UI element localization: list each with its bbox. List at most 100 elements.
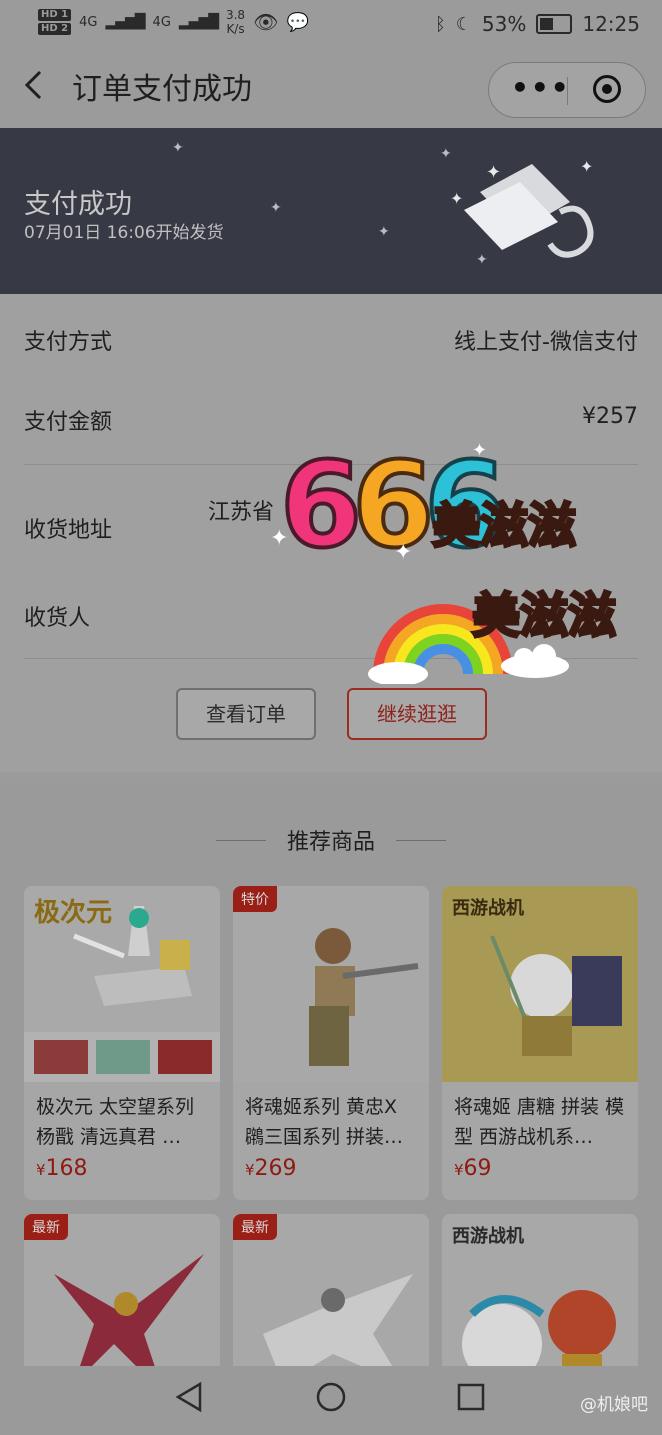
svg-text:✦: ✦ [580, 157, 593, 176]
heading-line-right [396, 840, 446, 841]
network-1-label: 4G [79, 14, 98, 30]
sticker-text-2: 美滋滋 [470, 587, 617, 646]
payment-success-banner: 支付成功 07月01日 16:06开始发货 ✦ ✦ ✦ ✦ ✦ ✦ ✦ ✦ [0, 128, 662, 294]
eye-icon: 👁 [253, 10, 279, 34]
moon-icon: ☾ [455, 13, 472, 35]
product-card[interactable]: 西游战机 将魂姬 唐糖 拼装 模型 西游战机系… ¥69 [442, 886, 638, 1200]
amount-label: 支付金额 [24, 410, 113, 435]
address-value: 江苏省 [208, 500, 275, 525]
cloud-icon [501, 644, 569, 678]
product-name: 将魂姬系列 黄忠X 鸊三国系列 拼装… [245, 1096, 404, 1148]
thumbnail-strip [24, 1032, 220, 1082]
figure-image [309, 928, 419, 1066]
sim-2-label: HD 2 [38, 23, 72, 35]
product-name: 极次元 太空望系列 杨戬 清远真君 … [36, 1096, 195, 1148]
price-value: 69 [463, 1156, 492, 1181]
sticker-text-1: 美滋滋 [430, 497, 577, 556]
figure-image [73, 906, 192, 1006]
wechat-icon: 💬 [286, 11, 309, 33]
sticker-digit: 6 [278, 436, 364, 574]
status-right: ᛒ ☾ 53% 12:25 [435, 12, 640, 36]
brand-logo: 西游战机 [452, 1226, 524, 1247]
sim-indicators: HD 1 HD 2 [38, 9, 72, 35]
figure-image [490, 935, 622, 1056]
product-price: ¥269 [245, 1156, 297, 1181]
back-button[interactable] [22, 68, 44, 111]
thumb-image [158, 1040, 212, 1074]
svg-text:✦: ✦ [486, 162, 501, 183]
more-button[interactable]: ••• [511, 73, 571, 103]
price-currency: ¥ [36, 1161, 46, 1179]
product-name: 将魂姬 唐糖 拼装 模型 西游战机系… [454, 1096, 625, 1148]
view-order-button[interactable]: 查看订单 [176, 688, 316, 740]
watermark: @机娘吧 [580, 1395, 648, 1415]
sparkle-icon: ✦ [394, 540, 413, 565]
product-image: 西游战机 [442, 886, 638, 1082]
payment-illustration-icon: ✦ ✦ ✦ [450, 157, 593, 258]
page-title: 订单支付成功 [72, 72, 252, 107]
battery-level [540, 18, 554, 30]
thumb-image [34, 1040, 88, 1074]
svg-text:✦: ✦ [450, 189, 463, 208]
close-miniprogram-button[interactable] [593, 75, 621, 103]
signal-icon-2: ▂▄▆█ [178, 14, 219, 30]
product-tag: 特价 [233, 886, 277, 912]
product-tag: 最新 [233, 1214, 277, 1240]
network-2-label: 4G [152, 14, 171, 30]
pay-method-row: 支付方式 线上支付-微信支付 [24, 324, 638, 355]
banner-title: 支付成功 [24, 189, 132, 220]
capsule-divider [567, 77, 568, 105]
network-speed: 3.8 K/s [226, 8, 245, 36]
continue-shopping-button[interactable]: 继续逛逛 [347, 688, 487, 740]
status-left: HD 1 HD 2 4G ▂▄▆█ 4G ▂▄▆█ 3.8 K/s 👁 💬 [38, 8, 309, 36]
system-nav-bar: @机娘吧 [0, 1366, 662, 1435]
product-image: 极次元 [24, 886, 220, 1082]
pay-method-label: 支付方式 [24, 330, 113, 355]
circle-home-icon [316, 1382, 346, 1412]
battery-percent: 53% [481, 12, 527, 36]
speed-unit: K/s [226, 22, 245, 36]
price-value: 269 [254, 1156, 297, 1181]
nav-back-button[interactable] [174, 1380, 204, 1423]
product-tag: 最新 [24, 1214, 68, 1240]
chevron-left-icon [24, 70, 42, 100]
bluetooth-icon: ᛒ [434, 13, 446, 35]
status-bar: HD 1 HD 2 4G ▂▄▆█ 4G ▂▄▆█ 3.8 K/s 👁 💬 ᛒ … [0, 0, 662, 52]
price-value: 168 [45, 1156, 88, 1181]
pay-method-value: 线上支付-微信支付 [454, 330, 638, 355]
sim-1-label: HD 1 [38, 9, 72, 21]
sparkle-icon: ✦ [472, 440, 488, 461]
price-currency: ¥ [454, 1161, 464, 1179]
sticker-digit: 6 [350, 436, 436, 574]
triangle-back-icon [175, 1381, 202, 1413]
receiver-label: 收货人 [24, 606, 91, 631]
nav-recents-button[interactable] [456, 1380, 486, 1423]
square-recents-icon [457, 1383, 485, 1411]
page: HD 1 HD 2 4G ▂▄▆█ 4G ▂▄▆█ 3.8 K/s 👁 💬 ᛒ … [0, 0, 662, 1435]
product-price: ¥168 [36, 1156, 88, 1181]
product-image: 特价 [233, 886, 429, 1082]
sparkle-icon: ✦ [270, 200, 282, 216]
sparkle-icon: ✦ [270, 526, 289, 551]
banner-subtitle: 07月01日 16:06开始发货 [24, 223, 224, 243]
product-price: ¥69 [454, 1156, 492, 1181]
recommend-section: 推荐商品 极次元 极次元 太空望系列 杨戬 清远真君 … ¥168 特价 将魂姬… [0, 786, 662, 1414]
product-card[interactable]: 极次元 极次元 太空望系列 杨戬 清远真君 … ¥168 [24, 886, 220, 1200]
signal-icon: ▂▄▆█ [105, 14, 145, 30]
thumb-image [96, 1040, 150, 1074]
clock: 12:25 [582, 12, 640, 36]
nav-home-button[interactable] [314, 1380, 348, 1423]
speed-value: 3.8 [225, 8, 246, 22]
nav-bar: 订单支付成功 ••• [0, 52, 662, 128]
address-label: 收货地址 [24, 518, 113, 543]
sparkle-icon: ✦ [172, 140, 184, 156]
price-currency: ¥ [245, 1161, 255, 1179]
celebration-sticker: 666 666 美滋滋 美滋滋 ✦ ✦ ✦ [270, 438, 662, 690]
sparkle-icon: ✦ [378, 224, 390, 240]
amount-value: ¥257 [582, 404, 638, 429]
product-card[interactable]: 特价 将魂姬系列 黄忠X 鸊三国系列 拼装… ¥269 [233, 886, 429, 1200]
battery-icon [536, 14, 573, 34]
recommend-heading: 推荐商品 [286, 830, 375, 855]
miniprogram-capsule: ••• [488, 62, 646, 118]
amount-row: 支付金额 ¥257 [24, 404, 638, 435]
